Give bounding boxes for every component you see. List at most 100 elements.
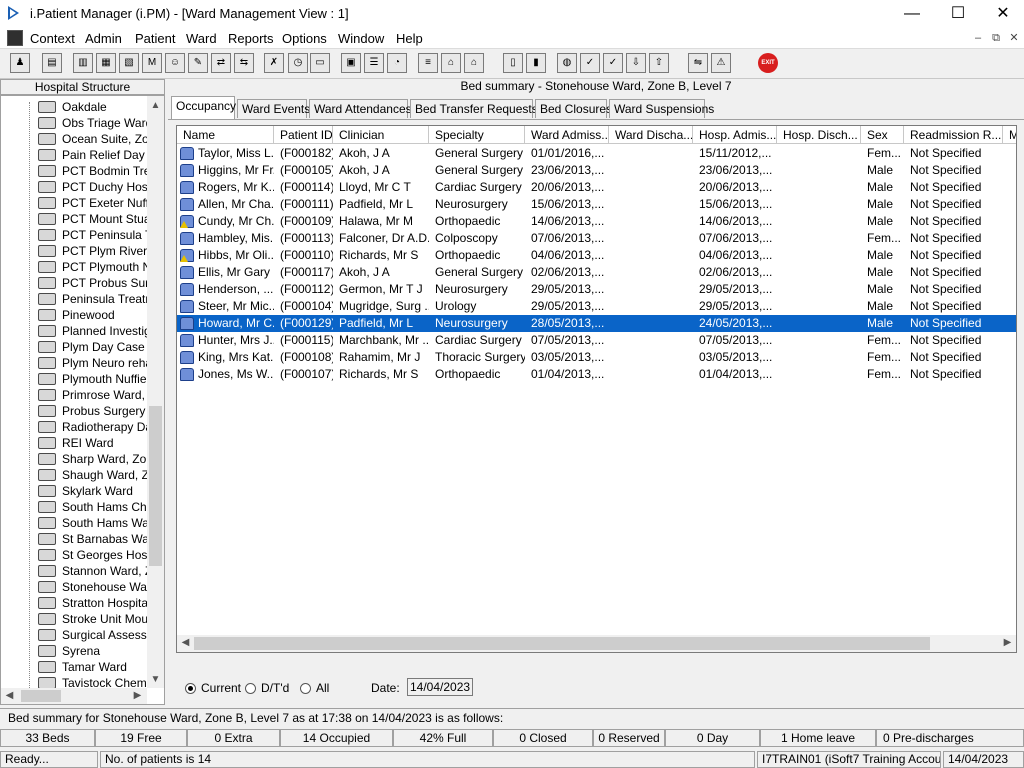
tab-ward-suspensions[interactable]: Ward Suspensions	[609, 99, 714, 118]
document-icon[interactable]: ≡	[418, 53, 438, 73]
menu-options[interactable]: Options	[282, 31, 327, 46]
scroll-thumb[interactable]	[149, 406, 162, 566]
close-button[interactable]: ✕	[980, 0, 1024, 28]
scroll-up-icon[interactable]: ▲	[147, 98, 164, 114]
menu-help[interactable]: Help	[396, 31, 423, 46]
patient-search-icon[interactable]: ♟	[10, 53, 30, 73]
checklist-icon[interactable]: ✓	[580, 53, 600, 73]
tree-item-ward[interactable]: South Hams Cher	[38, 499, 148, 515]
tab-ward-events[interactable]: Ward Events	[237, 99, 310, 118]
tree-item-ward[interactable]: Surgical Assessm	[38, 627, 148, 643]
tree-item-ward[interactable]: Stroke Unit Moun	[38, 611, 148, 627]
move-down-icon[interactable]: ⇩	[626, 53, 646, 73]
menu-context[interactable]: Context	[30, 31, 75, 46]
tab-bed-transfer-requests[interactable]: Bed Transfer Requests	[410, 99, 538, 118]
tab-bed-closures[interactable]: Bed Closures	[535, 99, 612, 118]
tree-item-ward[interactable]: REI Ward	[38, 435, 148, 451]
globe-icon[interactable]: ◍	[557, 53, 577, 73]
bed-transfer-icon[interactable]: ⌂	[464, 53, 484, 73]
tree-item-ward[interactable]: Shaugh Ward, Zo	[38, 467, 148, 483]
table-row[interactable]: Steer, Mr Mic... (F000104) Mugridge, Surg …	[177, 298, 1016, 315]
alert-icon[interactable]: ⚠	[711, 53, 731, 73]
menu-window[interactable]: Window	[338, 31, 384, 46]
table-row[interactable]: Cundy, Mr Ch... (F000109) Halawa, Mr M Orth…	[177, 213, 1016, 230]
date-field[interactable]	[407, 678, 473, 696]
tree-item-ward[interactable]: Plymouth Nuffield	[38, 371, 148, 387]
tree-item-ward[interactable]: PCT Plymouth Nu	[38, 259, 148, 275]
scroll-left-icon[interactable]: ◀	[1, 688, 18, 704]
checklist-edit-icon[interactable]: ✓	[603, 53, 623, 73]
tab-ward-attendances[interactable]: Ward Attendances	[309, 99, 412, 118]
report-icon[interactable]: ▯	[503, 53, 523, 73]
tree-item-ward[interactable]: Peninsula Treatm	[38, 291, 148, 307]
tree-item-ward[interactable]: Probus Surgery V	[38, 403, 148, 419]
table-row[interactable]: Taylor, Miss L... (F000182) Akoh, J A Gener…	[177, 145, 1016, 162]
tree-item-ward[interactable]: Skylark Ward	[38, 483, 148, 499]
all-radio[interactable]	[300, 683, 311, 694]
tree-item-ward[interactable]: Ocean Suite, Zor	[38, 131, 148, 147]
tree-item-ward[interactable]: Stonehouse Ware	[38, 579, 148, 595]
bed-icon[interactable]: ⌂	[441, 53, 461, 73]
grid-scroll-right-icon[interactable]: ▶	[999, 635, 1016, 651]
monitor-icon[interactable]: ▭	[310, 53, 330, 73]
tree-item-ward[interactable]: PCT Probus Surg	[38, 275, 148, 291]
current-radio-label[interactable]: Current	[201, 681, 241, 695]
tree-item-ward[interactable]: St Georges Hosp	[38, 547, 148, 563]
table-row[interactable]: Hibbs, Mr Oli... (F000110) Richards, Mr S O…	[177, 247, 1016, 264]
table-row[interactable]: Allen, Mr Cha... (F000111) Padfield, Mr L N…	[177, 196, 1016, 213]
grid-scroll-left-icon[interactable]: ◀	[177, 635, 194, 651]
tree-item-ward[interactable]: PCT Plym River F	[38, 243, 148, 259]
exit-icon[interactable]: EXIT	[758, 53, 778, 73]
tree-horizontal-scrollbar[interactable]: ◀ ▶	[1, 688, 147, 704]
swap-icon[interactable]: ⇋	[688, 53, 708, 73]
tree-item-ward[interactable]: Pain Relief Day C	[38, 147, 148, 163]
table-row[interactable]: Ellis, Mr Gary (F000117) Akoh, J A General …	[177, 264, 1016, 281]
tree-item-ward[interactable]: Stratton Hospital	[38, 595, 148, 611]
clinician-icon[interactable]: ☺	[165, 53, 185, 73]
col-clinician-header[interactable]: Clinician	[333, 126, 429, 144]
table-row[interactable]: Howard, Mr C... (F000129) Padfield, Mr L Ne…	[177, 315, 1016, 332]
col-sex-header[interactable]: Sex	[861, 126, 904, 144]
mdi-minimize-button[interactable]: –	[970, 30, 986, 46]
tree-item-ward[interactable]: Stannon Ward, Z	[38, 563, 148, 579]
tree-item-ward[interactable]: PCT Exeter Nuffie	[38, 195, 148, 211]
transport-icon[interactable]: ⇄	[211, 53, 231, 73]
tree-item-ward[interactable]: Obs Triage Ward	[38, 115, 148, 131]
tree-item-ward[interactable]: Primrose Ward, Z	[38, 387, 148, 403]
table-row[interactable]: King, Mrs Kat... (F000108) Rahamim, Mr J Th…	[177, 349, 1016, 366]
menu-patient[interactable]: Patient	[135, 31, 175, 46]
mdi-close-button[interactable]: ✕	[1006, 30, 1022, 46]
grid-scroll-thumb[interactable]	[194, 637, 930, 650]
tree-item-ward[interactable]: Tamar Ward	[38, 659, 148, 675]
scroll-down-icon[interactable]: ▼	[147, 672, 164, 688]
col-name-header[interactable]: Name	[177, 126, 274, 144]
dtd-radio[interactable]	[245, 683, 256, 694]
col-m-header[interactable]: M	[1003, 126, 1016, 144]
col-patient-id-header[interactable]: Patient ID	[274, 126, 333, 144]
table-row[interactable]: Rogers, Mr K... (F000114) Lloyd, Mr C T Car…	[177, 179, 1016, 196]
tree-item-ward[interactable]: Plym Day Case U	[38, 339, 148, 355]
waiting-list-icon[interactable]: ☰	[364, 53, 384, 73]
tab-occupancy[interactable]: Occupancy	[171, 96, 236, 119]
tree-item-ward[interactable]: St Barnabas War	[38, 531, 148, 547]
tree-item-ward[interactable]: PCT Peninsula Tr	[38, 227, 148, 243]
tree-item-ward[interactable]: PCT Mount Stuar	[38, 211, 148, 227]
chart-icon[interactable]: ▮	[526, 53, 546, 73]
cancel-icon[interactable]: ✗	[264, 53, 284, 73]
col-specialty-header[interactable]: Specialty	[429, 126, 525, 144]
tree-item-ward[interactable]: Oakdale	[38, 99, 148, 115]
tree-item-ward[interactable]: Syrena	[38, 643, 148, 659]
scroll-right-icon[interactable]: ▶	[129, 688, 146, 704]
tree-vertical-scrollbar[interactable]: ▲ ▼	[147, 96, 164, 688]
menu-admin[interactable]: Admin	[85, 31, 122, 46]
ambulance-icon[interactable]: ⇆	[234, 53, 254, 73]
tree-item-ward[interactable]: South Hams War	[38, 515, 148, 531]
letter-icon[interactable]: ▧	[119, 53, 139, 73]
all-radio-label[interactable]: All	[316, 681, 329, 695]
col-readmission-header[interactable]: Readmission R...	[904, 126, 1003, 144]
tree-item-ward[interactable]: PCT Bodmin Trea	[38, 163, 148, 179]
timer-icon[interactable]: ◔	[387, 53, 407, 73]
col-hosp-admission-header[interactable]: Hosp. Admis...	[693, 126, 777, 144]
tree-item-ward[interactable]: Pinewood	[38, 307, 148, 323]
col-ward-discharge-header[interactable]: Ward Discha...	[609, 126, 693, 144]
